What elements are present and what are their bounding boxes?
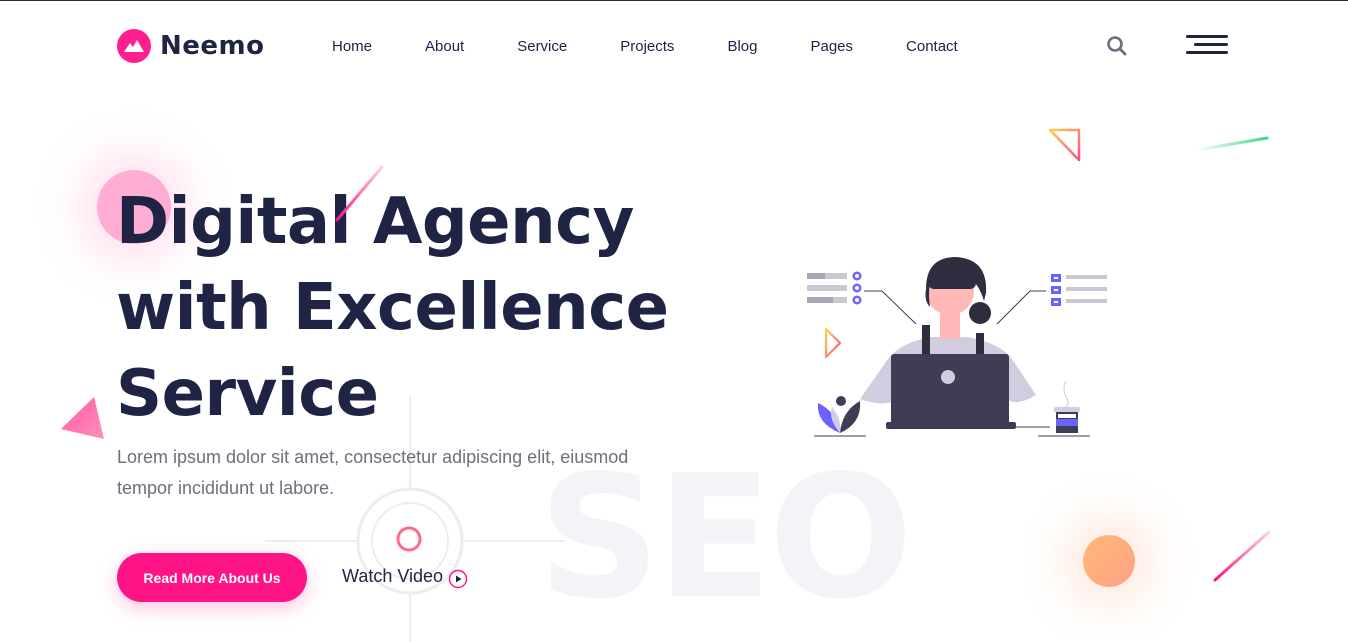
main-nav: Home About Service Projects Blog Pages C… bbox=[332, 38, 1011, 55]
person-with-laptop-illustration bbox=[807, 257, 1107, 437]
nav-item-about[interactable]: About bbox=[425, 38, 464, 55]
nav-item-contact[interactable]: Contact bbox=[906, 38, 958, 55]
hero-title-line-1: Digital Agency bbox=[116, 185, 634, 259]
brand-name: Neemo bbox=[160, 31, 265, 61]
hero-description: Lorem ipsum dolor sit amet, consectetur … bbox=[117, 447, 629, 498]
nav-item-blog[interactable]: Blog bbox=[727, 38, 757, 55]
search-icon[interactable] bbox=[1106, 35, 1128, 57]
hero-title: Digital Agency with Excellence Service bbox=[116, 179, 669, 437]
brand-logo[interactable]: Neemo bbox=[117, 29, 264, 63]
read-more-button[interactable]: Read More About Us bbox=[117, 553, 307, 602]
nav-item-projects[interactable]: Projects bbox=[620, 38, 674, 55]
nav-item-pages[interactable]: Pages bbox=[810, 38, 853, 55]
hero-title-line-3: Service bbox=[116, 357, 379, 431]
watch-video-label: Watch Video bbox=[342, 565, 444, 586]
green-line-decoration bbox=[1195, 136, 1269, 152]
yellow-triangle-decoration bbox=[1048, 128, 1081, 162]
play-circle-icon bbox=[448, 569, 468, 589]
orange-ball-decoration bbox=[1083, 535, 1135, 587]
watch-video-link[interactable]: Watch Video bbox=[342, 565, 468, 589]
nav-item-service[interactable]: Service bbox=[517, 38, 567, 55]
pink-line-decoration-bottom bbox=[1213, 530, 1271, 582]
landing-page: SEO Neemo Home About Service Projects Bl… bbox=[0, 0, 1348, 642]
hero-title-line-2: with Excellence bbox=[116, 271, 669, 345]
nav-item-home[interactable]: Home bbox=[332, 38, 372, 55]
pink-line-decoration bbox=[335, 165, 384, 222]
pink-triangle-decoration bbox=[61, 397, 104, 439]
mountain-logo-icon bbox=[117, 29, 151, 63]
hamburger-menu-icon[interactable] bbox=[1186, 34, 1228, 56]
